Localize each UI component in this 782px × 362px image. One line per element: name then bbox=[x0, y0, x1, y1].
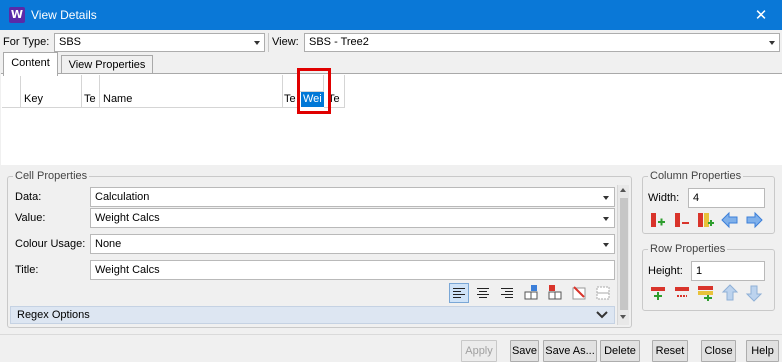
arrow-down-icon[interactable] bbox=[744, 283, 764, 303]
tab-content[interactable]: Content bbox=[3, 52, 58, 76]
data-value: Calculation bbox=[95, 191, 150, 203]
grid-row-header bbox=[2, 91, 21, 108]
column-header-te[interactable]: Te bbox=[82, 91, 100, 108]
align-center-icon[interactable] bbox=[473, 283, 493, 303]
add-row-icon[interactable] bbox=[648, 283, 668, 303]
cell-format-toolbar bbox=[447, 283, 615, 303]
column-header-name[interactable]: Name bbox=[100, 91, 283, 108]
grid: Key Te Name Te Wei Te bbox=[2, 75, 345, 108]
help-button[interactable]: Help bbox=[746, 340, 779, 362]
data-select[interactable]: Calculation bbox=[90, 187, 615, 207]
apply-button[interactable]: Apply bbox=[461, 340, 497, 362]
column-header-te[interactable]: Te bbox=[283, 91, 298, 108]
tab-content-label: Content bbox=[11, 57, 50, 69]
value-value: Weight Calcs bbox=[95, 212, 160, 224]
column-header-key[interactable]: Key bbox=[21, 91, 82, 108]
highlight-box bbox=[297, 68, 331, 114]
delete-button[interactable]: Delete bbox=[600, 340, 640, 362]
tab-view-properties-label: View Properties bbox=[68, 59, 146, 71]
app-icon: W bbox=[9, 7, 25, 23]
title-value: Weight Calcs bbox=[95, 264, 160, 276]
view-label: View: bbox=[272, 36, 299, 48]
grid-corner bbox=[2, 75, 21, 92]
window-title: View Details bbox=[31, 8, 97, 22]
save-as-button[interactable]: Save As... bbox=[543, 340, 597, 362]
chevron-down-icon bbox=[254, 41, 260, 45]
row-toolbar bbox=[648, 283, 768, 303]
data-label: Data: bbox=[15, 191, 42, 203]
grid-header-cell bbox=[100, 75, 283, 92]
value-label: Value: bbox=[15, 212, 46, 224]
reset-button[interactable]: Reset bbox=[652, 340, 688, 362]
view-select[interactable]: SBS - Tree2 bbox=[304, 33, 780, 52]
column-header-label: Te bbox=[284, 93, 296, 105]
width-value: 4 bbox=[693, 192, 700, 204]
remove-row-icon[interactable] bbox=[672, 283, 692, 303]
save-button[interactable]: Save bbox=[510, 340, 539, 362]
arrow-right-icon[interactable] bbox=[744, 210, 764, 230]
grid-header-cell bbox=[82, 75, 100, 92]
scroll-thumb[interactable] bbox=[620, 198, 628, 310]
colour-usage-label: Colour Usage: bbox=[15, 238, 86, 250]
chevron-down-icon bbox=[596, 308, 608, 325]
colour-usage-select[interactable]: None bbox=[90, 234, 615, 254]
chevron-down-icon bbox=[603, 243, 609, 247]
regex-options-label: Regex Options bbox=[17, 309, 90, 321]
close-icon[interactable]: ✕ bbox=[740, 0, 782, 30]
grid-header-cell bbox=[283, 75, 298, 92]
tab-view-properties[interactable]: View Properties bbox=[61, 55, 153, 74]
insert-column-icon[interactable] bbox=[696, 210, 716, 230]
title-label: Title: bbox=[15, 264, 39, 276]
arrow-left-icon[interactable] bbox=[720, 210, 740, 230]
height-label: Height: bbox=[648, 265, 683, 277]
for-type-select[interactable]: SBS bbox=[54, 33, 265, 52]
column-toolbar bbox=[648, 210, 768, 230]
scroll-down-icon[interactable] bbox=[620, 315, 626, 319]
insert-column-left-icon[interactable] bbox=[521, 283, 541, 303]
column-header-label: Key bbox=[24, 93, 43, 105]
value-select[interactable]: Weight Calcs bbox=[90, 208, 615, 228]
grid-header-cell bbox=[21, 75, 82, 92]
grid-icon[interactable] bbox=[593, 283, 613, 303]
column-header-label: Name bbox=[103, 93, 133, 105]
scroll-up-icon[interactable] bbox=[620, 188, 626, 192]
remove-column-icon[interactable] bbox=[672, 210, 692, 230]
chevron-down-icon bbox=[603, 196, 609, 200]
chevron-down-icon bbox=[603, 217, 609, 221]
for-type-label: For Type: bbox=[3, 36, 50, 48]
column-properties-title: Column Properties bbox=[648, 170, 744, 182]
title-input[interactable]: Weight Calcs bbox=[90, 260, 615, 280]
scrollbar[interactable] bbox=[617, 185, 629, 325]
align-left-icon[interactable] bbox=[449, 283, 469, 303]
chevron-down-icon bbox=[769, 41, 775, 45]
insert-row-icon[interactable] bbox=[696, 283, 716, 303]
title-bar: W View Details ✕ bbox=[0, 0, 782, 30]
footer-divider bbox=[0, 334, 782, 335]
view-value: SBS - Tree2 bbox=[309, 36, 369, 48]
cell-properties-title: Cell Properties bbox=[13, 170, 90, 182]
close-button[interactable]: Close bbox=[701, 340, 736, 362]
arrow-up-icon[interactable] bbox=[720, 283, 740, 303]
height-input[interactable]: 1 bbox=[691, 261, 765, 281]
align-right-icon[interactable] bbox=[497, 283, 517, 303]
height-value: 1 bbox=[696, 265, 703, 277]
divider bbox=[268, 33, 269, 52]
colour-usage-value: None bbox=[95, 238, 122, 250]
row-properties-title: Row Properties bbox=[648, 243, 728, 255]
width-input[interactable]: 4 bbox=[688, 188, 765, 208]
delete-column-icon[interactable] bbox=[569, 283, 589, 303]
add-column-icon[interactable] bbox=[648, 210, 668, 230]
column-header-label: Te bbox=[84, 93, 96, 105]
regex-options-expander[interactable]: Regex Options bbox=[10, 306, 615, 324]
for-type-value: SBS bbox=[59, 36, 82, 48]
insert-column-right-icon[interactable] bbox=[545, 283, 565, 303]
width-label: Width: bbox=[648, 192, 680, 204]
